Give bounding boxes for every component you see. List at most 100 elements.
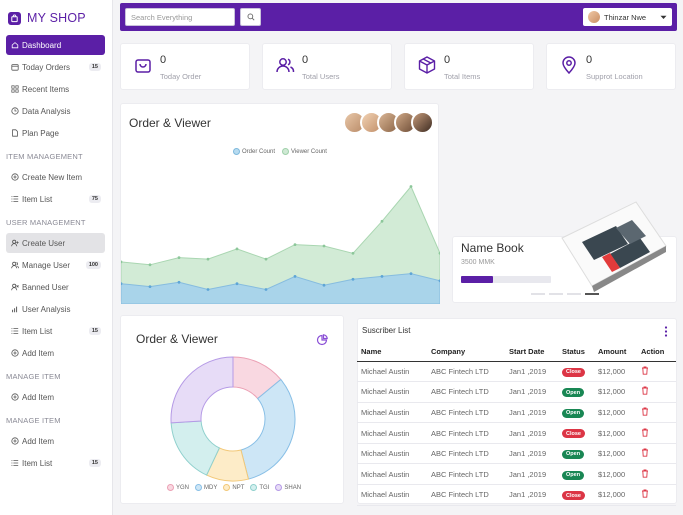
data-point[interactable] (380, 275, 384, 278)
trash-icon[interactable] (641, 489, 649, 499)
caret-down-icon (660, 15, 667, 19)
cell-name: Michael Austin (357, 422, 427, 444)
sidebar-item-dashboard[interactable]: Dashboard (6, 35, 105, 55)
carousel-dot[interactable] (585, 293, 599, 295)
sidebar-item-add-item[interactable]: Add Item (6, 431, 105, 451)
column-header[interactable]: Action (637, 343, 676, 362)
legend-item[interactable]: SHAN (275, 484, 301, 491)
legend-item[interactable]: YGN (167, 484, 189, 491)
sidebar-item-label: Data Analysis (22, 106, 71, 116)
stat-value: 0 (160, 54, 167, 66)
data-point[interactable] (264, 257, 268, 261)
data-point[interactable] (351, 251, 355, 255)
legend-item[interactable]: TGI (250, 484, 269, 491)
shopping-bag-icon (135, 59, 151, 73)
data-point[interactable] (264, 288, 268, 291)
carousel-dot[interactable] (531, 293, 545, 295)
trash-icon[interactable] (641, 448, 649, 457)
legend-swatch (195, 484, 203, 491)
search-button[interactable] (240, 8, 261, 26)
trash-icon[interactable] (641, 366, 649, 375)
sidebar-item-item-list[interactable]: Item List 75 (6, 189, 105, 209)
data-point[interactable] (351, 277, 355, 281)
user-menu[interactable]: Thinzar Nwe (583, 8, 672, 26)
status-badge: Open (562, 388, 585, 398)
data-point[interactable] (293, 275, 297, 278)
stat-value: 0 (302, 54, 309, 66)
stat-value: 0 (586, 54, 593, 66)
sidebar-item-manage-user[interactable]: Manage User 100 (6, 255, 105, 275)
table-row[interactable]: Michael Austin ABC Fintech LTD Jan1 ,2019 O… (357, 402, 676, 424)
cell-status: Close (558, 361, 594, 383)
sidebar-item-banned-user[interactable]: Banned User (6, 277, 105, 297)
data-point[interactable] (293, 243, 297, 247)
cell-start-date: Jan1 ,2019 (505, 484, 558, 506)
cell-company: ABC Fintech LTD (427, 443, 505, 465)
table-row[interactable]: Michael Austin ABC Fintech LTD Jan1 ,2019 C… (357, 361, 676, 383)
column-header[interactable]: Company (427, 343, 505, 362)
data-point[interactable] (148, 285, 152, 288)
progress-fill (461, 276, 493, 283)
sidebar-item-user-analysis[interactable]: User Analysis (6, 299, 105, 319)
legend-label: YGN (176, 485, 190, 492)
table-title: Suscriber List (362, 326, 411, 335)
cell-status: Open (558, 463, 594, 486)
sidebar-item-add-item[interactable]: Add Item (6, 387, 105, 407)
carousel-dot[interactable] (567, 293, 581, 295)
table-row[interactable]: Michael Austin ABC Fintech LTD Jan1 ,2019 C… (357, 484, 676, 506)
sidebar-item-label: Plan Page (22, 128, 59, 138)
data-point[interactable] (235, 247, 239, 251)
legend-item[interactable]: NPT (223, 484, 244, 491)
search-input[interactable] (125, 8, 235, 26)
list-icon (10, 195, 19, 204)
sidebar-item-data-analysis[interactable]: Data Analysis (6, 101, 105, 121)
sidebar-item-plan-page[interactable]: Plan Page (6, 123, 105, 143)
column-header[interactable]: Start Date (505, 343, 558, 362)
area-chart-card: Order & Viewer Order Count Viewer Count (120, 103, 440, 304)
trash-icon[interactable] (641, 428, 649, 437)
data-point[interactable] (322, 244, 326, 248)
column-header[interactable]: Amount (594, 343, 637, 362)
data-point[interactable] (409, 272, 413, 275)
trash-icon[interactable] (641, 407, 649, 416)
count-badge: 100 (85, 261, 101, 269)
data-point[interactable] (148, 263, 152, 267)
column-header[interactable]: Status (558, 343, 594, 362)
sidebar-nav: Dashboard Today Orders 15 Recent Items Data … (0, 35, 112, 473)
donut-slice-shan[interactable] (170, 356, 234, 424)
data-point[interactable] (177, 256, 181, 259)
sidebar-item-add-item[interactable]: Add Item (6, 343, 105, 363)
trash-icon[interactable] (641, 386, 649, 396)
sidebar-item-item-list[interactable]: Item List 15 (6, 453, 105, 473)
column-header[interactable]: Name (357, 343, 427, 362)
trash-icon[interactable] (641, 469, 649, 478)
legend-item[interactable]: MDY (195, 484, 217, 491)
table-row[interactable]: Michael Austin ABC Fintech LTD Jan1 ,2019 O… (357, 463, 676, 486)
carousel-dot[interactable] (549, 293, 563, 295)
table-row[interactable]: Michael Austin ABC Fintech LTD Jan1 ,2019 O… (357, 381, 676, 403)
data-point[interactable] (322, 283, 326, 287)
cell-status: Open (558, 381, 594, 403)
table-row[interactable]: Michael Austin ABC Fintech LTD Jan1 ,2019 O… (357, 443, 676, 465)
carousel-indicators (531, 293, 599, 295)
sidebar-item-label: Item List (22, 326, 53, 336)
cell-name: Michael Austin (357, 443, 427, 465)
sidebar-item-create-user[interactable]: Create User (6, 233, 105, 253)
sidebar-item-today-orders[interactable]: Today Orders 15 (6, 57, 105, 77)
donut-slice-mdy[interactable] (240, 378, 296, 480)
data-point[interactable] (380, 219, 384, 223)
more-vertical-icon[interactable] (664, 326, 668, 337)
data-point[interactable] (235, 282, 239, 286)
sidebar-item-recent-items[interactable]: Recent Items (6, 79, 105, 99)
data-point[interactable] (177, 280, 181, 284)
cell-name: Michael Austin (357, 484, 427, 506)
data-point[interactable] (206, 288, 210, 291)
data-point[interactable] (409, 185, 413, 188)
legend-swatch (167, 484, 174, 491)
sidebar-item-create-new-item[interactable]: Create New Item (6, 167, 105, 187)
brand[interactable]: MY SHOP (0, 0, 112, 35)
data-point[interactable] (206, 257, 210, 261)
sidebar-item-label: Today Orders (22, 62, 71, 72)
table-row[interactable]: Michael Austin ABC Fintech LTD Jan1 ,2019 C… (357, 422, 676, 444)
sidebar-item-item-list[interactable]: Item List 15 (6, 321, 105, 341)
